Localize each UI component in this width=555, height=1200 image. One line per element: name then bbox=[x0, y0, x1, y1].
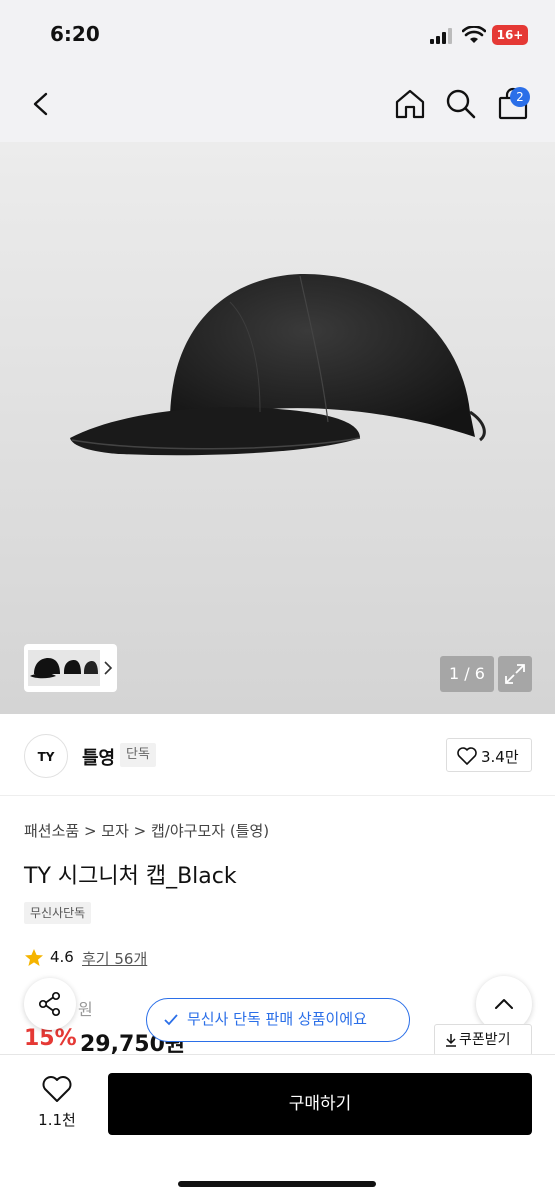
status-time: 6:20 bbox=[50, 22, 100, 46]
thumbnail-3[interactable] bbox=[82, 650, 100, 686]
rating-value: 4.6 bbox=[50, 948, 74, 966]
review-link[interactable]: 후기 56개 bbox=[82, 948, 147, 969]
expand-icon bbox=[505, 664, 525, 684]
product-title: TY 시그니처 캡_Black bbox=[24, 864, 237, 889]
exclusive-toast: 무신사 단독 판매 상품이에요 bbox=[146, 998, 410, 1042]
thumbnail-2[interactable] bbox=[62, 650, 82, 686]
wifi-icon bbox=[462, 26, 486, 43]
coupon-download-button[interactable]: 쿠폰받기 bbox=[434, 1024, 532, 1056]
status-bar: 6:20 16+ bbox=[0, 0, 555, 70]
product-image-gallery[interactable]: 1 / 6 bbox=[0, 142, 555, 714]
brand-like-count: 3.4만 bbox=[481, 748, 519, 766]
home-indicator bbox=[178, 1181, 376, 1187]
brand-logo[interactable]: TY bbox=[24, 734, 68, 778]
image-counter: 1 / 6 bbox=[440, 656, 494, 692]
cart-count-badge: 2 bbox=[510, 87, 530, 107]
heart-icon bbox=[457, 747, 477, 765]
exclusive-badge: 무신사단독 bbox=[24, 902, 92, 924]
toast-text: 무신사 단독 판매 상품이에요 bbox=[187, 1010, 367, 1028]
wishlist-count: 1.1천 bbox=[38, 1111, 76, 1129]
cellular-signal-icon bbox=[430, 28, 452, 44]
cap-thumbnail-icon bbox=[84, 661, 98, 674]
chevron-right-icon[interactable] bbox=[102, 660, 114, 676]
brand-like-button[interactable]: 3.4만 bbox=[446, 738, 532, 772]
coupon-label: 쿠폰받기 bbox=[459, 1032, 511, 1048]
product-image bbox=[70, 273, 486, 456]
heart-icon bbox=[42, 1076, 72, 1102]
share-icon bbox=[38, 991, 61, 1017]
buy-button[interactable]: 구매하기 bbox=[108, 1073, 532, 1135]
brand-row[interactable]: TY 틀영 단독 3.4만 bbox=[0, 714, 555, 796]
cap-thumbnail-icon bbox=[30, 658, 60, 679]
original-price: 원 bbox=[78, 1000, 93, 1019]
share-button[interactable] bbox=[24, 978, 76, 1030]
top-nav-bar bbox=[0, 70, 555, 142]
thumbnail-strip[interactable] bbox=[24, 644, 117, 692]
expand-button[interactable] bbox=[498, 656, 532, 692]
thumbnail-1[interactable] bbox=[28, 650, 62, 686]
battery-icon: 16+ bbox=[492, 25, 528, 45]
search-icon[interactable] bbox=[443, 86, 479, 122]
cap-thumbnail-icon bbox=[64, 660, 81, 674]
download-icon bbox=[446, 1034, 456, 1047]
brand-name[interactable]: 틀영 bbox=[82, 744, 115, 770]
back-arrow-icon[interactable] bbox=[22, 86, 58, 122]
star-icon bbox=[25, 949, 43, 966]
check-icon bbox=[164, 1014, 178, 1026]
home-icon[interactable] bbox=[392, 86, 428, 122]
chevron-up-icon bbox=[495, 999, 513, 1009]
wishlist-button[interactable]: 1.1천 bbox=[24, 1073, 90, 1137]
category-breadcrumb[interactable]: 패션소품 > 모자 > 캡/야구모자 (틀영) bbox=[24, 820, 269, 841]
bottom-action-bar: 1.1천 구매하기 bbox=[0, 1054, 555, 1200]
brand-exclusive-tag: 단독 bbox=[120, 743, 156, 767]
